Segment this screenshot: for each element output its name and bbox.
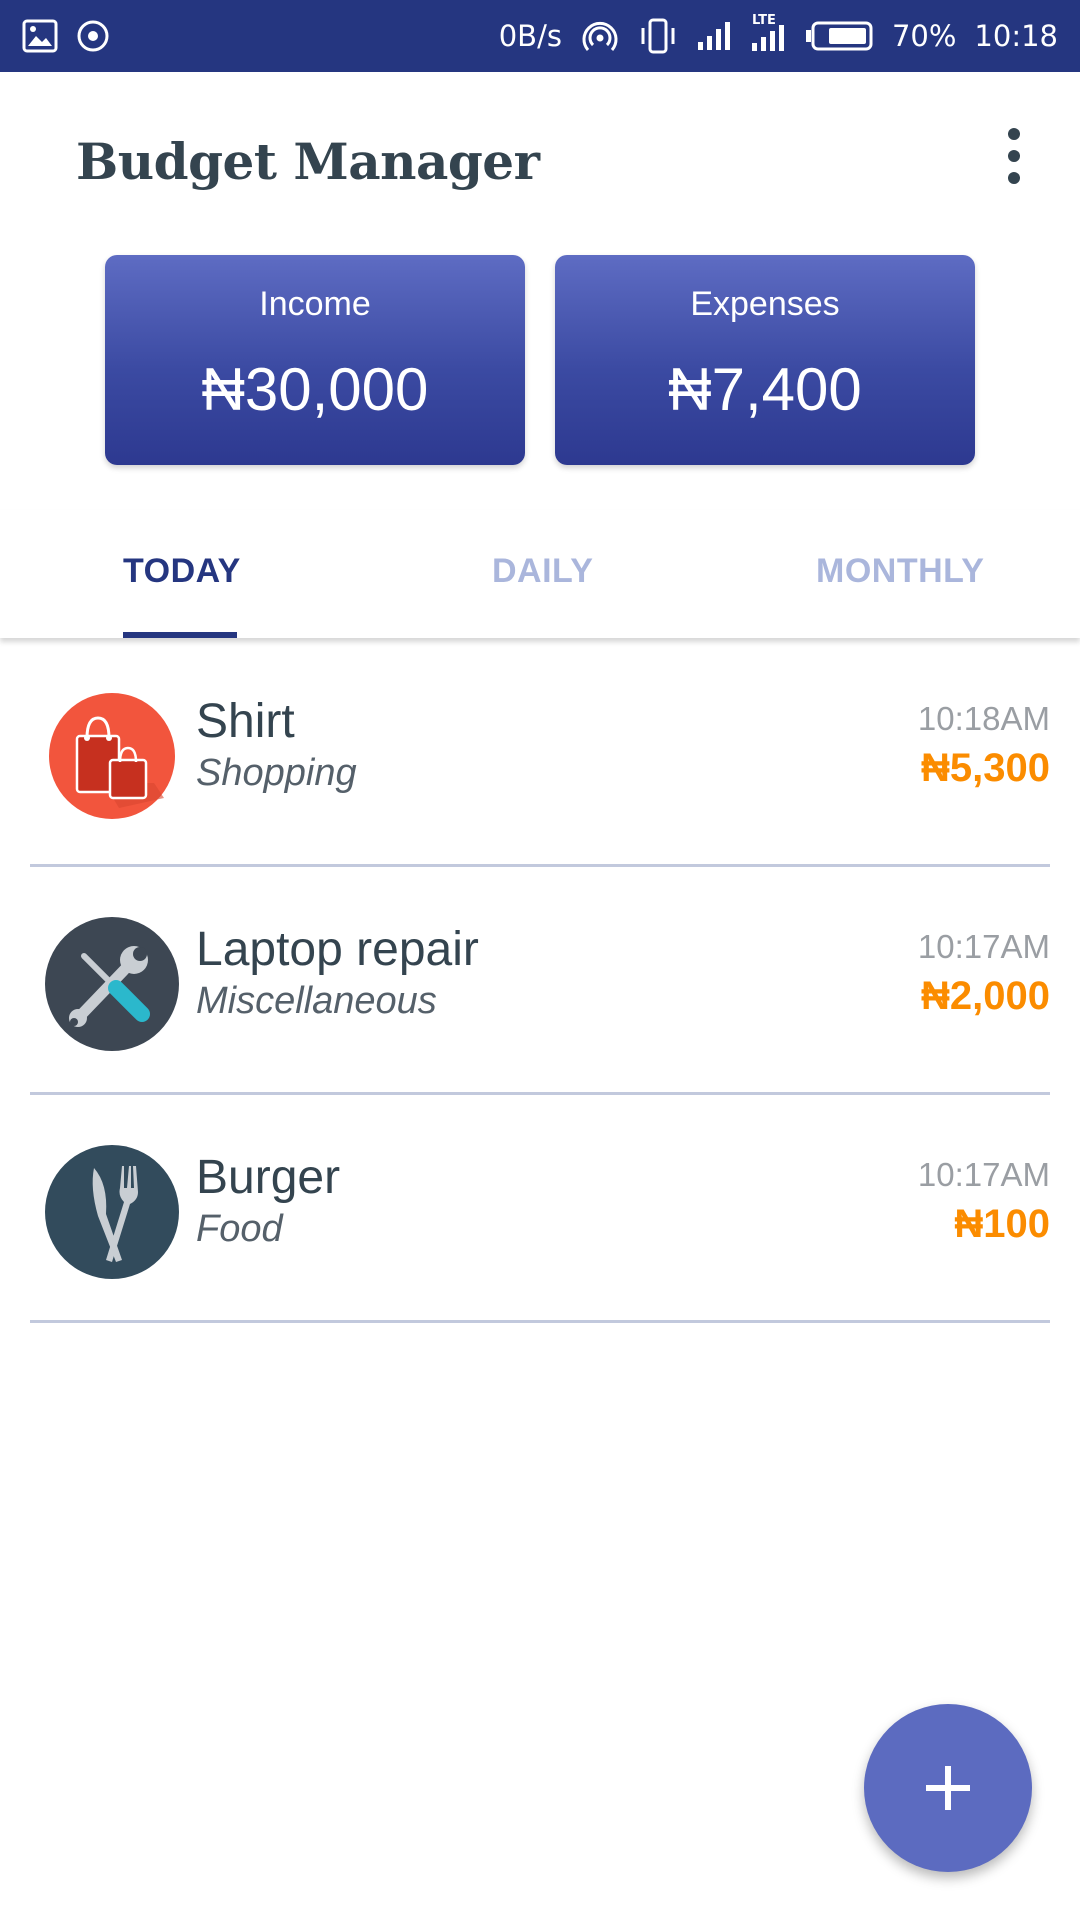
hotspot-icon <box>580 18 620 54</box>
item-category: Food <box>196 1208 283 1250</box>
menu-dot <box>1008 128 1020 140</box>
battery-icon <box>804 20 874 52</box>
battery-percent: 70% <box>891 19 957 53</box>
expenses-label: Expenses <box>690 285 840 323</box>
income-label: Income <box>259 285 371 323</box>
item-amount: ₦2,000 <box>921 974 1050 1018</box>
item-amount: ₦5,300 <box>921 746 1050 790</box>
lte-signal-icon: LTE <box>750 13 786 53</box>
expenses-value: ₦7,400 <box>668 356 862 423</box>
shopping-bag-icon <box>44 688 180 824</box>
vibrate-icon <box>638 17 678 55</box>
more-vert-icon[interactable] <box>998 128 1030 184</box>
image-icon <box>22 19 58 53</box>
cutlery-icon <box>44 1144 180 1280</box>
expenses-card[interactable]: Expenses ₦7,400 <box>555 255 975 465</box>
item-category: Miscellaneous <box>196 980 437 1022</box>
item-time: 10:17AM <box>917 928 1050 965</box>
signal-icon <box>696 20 732 52</box>
tools-icon <box>44 916 180 1052</box>
menu-dot <box>1008 150 1020 162</box>
divider <box>30 1320 1050 1323</box>
item-time: 10:17AM <box>917 1156 1050 1193</box>
item-time: 10:18AM <box>917 700 1050 737</box>
status-bar: 0B/s LTE 70% 10:18 <box>0 0 1080 72</box>
clock: 10:18 <box>974 19 1058 53</box>
add-transaction-button[interactable] <box>864 1704 1032 1872</box>
app-title: Budget Manager <box>76 132 540 191</box>
sync-icon <box>76 19 110 53</box>
tab-daily[interactable]: DAILY <box>492 552 593 591</box>
list-item[interactable]: Shirt Shopping 10:18AM ₦5,300 <box>0 638 1080 866</box>
menu-dot <box>1008 172 1020 184</box>
item-title: Shirt <box>196 695 295 748</box>
list-item[interactable]: Burger Food 10:17AM ₦100 <box>0 1094 1080 1322</box>
income-card[interactable]: Income ₦30,000 <box>105 255 525 465</box>
tab-today[interactable]: TODAY <box>123 552 241 591</box>
plus-icon <box>924 1764 972 1812</box>
item-amount: ₦100 <box>954 1202 1050 1246</box>
tab-bar: TODAY DAILY MONTHLY <box>0 510 1080 638</box>
item-category: Shopping <box>196 752 357 794</box>
item-title: Laptop repair <box>196 923 479 976</box>
list-item[interactable]: Laptop repair Miscellaneous 10:17AM ₦2,0… <box>0 866 1080 1094</box>
income-value: ₦30,000 <box>201 356 429 423</box>
tab-monthly[interactable]: MONTHLY <box>816 552 984 591</box>
item-title: Burger <box>196 1151 341 1204</box>
network-speed: 0B/s <box>498 19 562 53</box>
lte-label: LTE <box>751 13 776 28</box>
